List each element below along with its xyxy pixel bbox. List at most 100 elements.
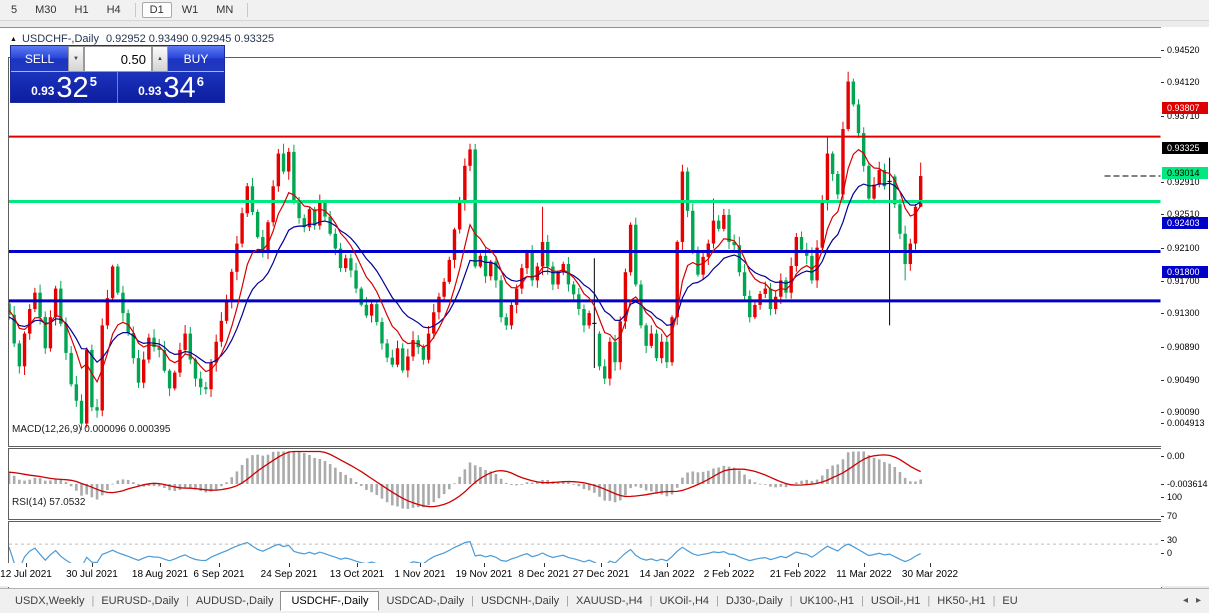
axis-tick-mark (1161, 181, 1164, 183)
date-axis-label: 6 Sep 2021 (193, 569, 245, 580)
buy-price[interactable]: 0.93 34 6 (118, 72, 224, 103)
axis-tick-mark (1161, 455, 1164, 457)
buy-button[interactable]: BUY (168, 46, 224, 72)
tab-usdx-weekly[interactable]: USDX,Weekly (8, 592, 91, 610)
date-tick-mark (160, 563, 161, 567)
tab-audusd-daily[interactable]: AUDUSD-,Daily (189, 592, 281, 610)
timeframe-toolbar: 5 M30 H1 H4 D1 W1 MN (0, 0, 1209, 21)
axis-tick-mark (1161, 379, 1164, 381)
price-level-badge: 0.93014 (1162, 167, 1208, 179)
tab-uk100-h1[interactable]: UK100-,H1 (793, 592, 861, 610)
volume-decrease-button[interactable]: ▼ (68, 46, 84, 72)
date-axis-label: 19 Nov 2021 (455, 569, 513, 580)
tab-eu[interactable]: EU (995, 592, 1024, 610)
axis-tick-mark (1161, 49, 1164, 51)
date-tick-mark (484, 563, 485, 567)
volume-input[interactable]: 0.50 (84, 46, 152, 72)
rsi-axis-label: 100 (1167, 492, 1183, 502)
date-tick-mark (92, 563, 93, 567)
tab-usdchf-daily[interactable]: USDCHF-,Daily (280, 591, 380, 611)
sell-price-big: 32 (56, 72, 89, 104)
app-root: { "toolbar": { "timeframes": [ {"label":… (0, 0, 1209, 613)
collapse-panel-icon[interactable]: ▲ (10, 36, 17, 43)
axis-tick-mark (1161, 82, 1164, 84)
sell-button[interactable]: SELL (11, 46, 68, 72)
toolbar-separator (134, 3, 136, 17)
price-axis-label: 0.90090 (1167, 407, 1200, 418)
tab-hk50-h1[interactable]: HK50-,H1 (930, 592, 992, 610)
date-axis-label: 2 Feb 2022 (703, 569, 755, 580)
rsi-current-value: 57.0532 (49, 497, 86, 508)
rsi-axis-label: 30 (1167, 535, 1178, 546)
timeframe-button-5[interactable]: 5 (3, 2, 25, 18)
axis-tick-mark (1161, 346, 1164, 348)
axis-tick-mark (1161, 423, 1164, 424)
date-tick-mark (601, 563, 602, 567)
rsi-name: RSI(14) (12, 497, 47, 508)
price-level-badge: 0.93807 (1162, 102, 1208, 115)
volume-increase-button[interactable]: ▲ (152, 46, 168, 72)
price-axis-label: 0.94520 (1167, 44, 1200, 55)
tab-usdcnh-daily[interactable]: USDCNH-,Daily (474, 592, 566, 610)
date-axis-label: 21 Feb 2022 (769, 569, 827, 580)
macd-label: MACD(12,26,9) 0.000096 0.000395 (12, 424, 170, 435)
tab-xauusd-h4[interactable]: XAUUSD-,H4 (569, 592, 650, 610)
timeframe-button-MN[interactable]: MN (208, 2, 241, 18)
price-axis-label: 0.91300 (1167, 308, 1200, 319)
ohlc-values: 0.92952 0.93490 0.92945 0.93325 (105, 33, 275, 45)
date-tick-mark (420, 563, 421, 567)
price-axis-label: 0.90490 (1167, 374, 1200, 385)
timeframe-button-H4[interactable]: H4 (99, 2, 129, 18)
tab-dj30-daily[interactable]: DJ30-,Daily (719, 592, 790, 610)
axis-tick-mark (1161, 553, 1164, 554)
axis-tick-mark (1161, 540, 1164, 542)
tab-usdcad-daily[interactable]: USDCAD-,Daily (379, 592, 471, 610)
sell-price[interactable]: 0.93 32 5 (11, 72, 118, 103)
price-axis-label: 0.92100 (1167, 242, 1200, 253)
tab-usoil-h1[interactable]: USOil-,H1 (864, 592, 928, 610)
date-axis[interactable]: 12 Jul 2021 30 Jul 2021 18 Aug 2021 6 Sep 2… (0, 563, 1162, 587)
price-axis[interactable]: 0.94520 0.94120 0.93710 0.92910 0.92510 0.921… (1161, 27, 1209, 586)
price-axis-label: 0.94120 (1167, 77, 1200, 88)
tab-scroll-left-icon[interactable]: ◂ (1183, 595, 1188, 606)
macd-name: MACD(12,26,9) (12, 424, 82, 435)
price-axis-label: 0.90890 (1167, 341, 1200, 352)
tab-scroll-right-icon[interactable]: ▸ (1196, 595, 1201, 606)
date-tick-mark (930, 563, 931, 567)
timeframe-button-D1[interactable]: D1 (141, 2, 172, 18)
timeframe-button-W1[interactable]: W1 (174, 2, 207, 18)
sell-price-prefix: 0.93 (31, 84, 55, 98)
date-axis-label: 30 Jul 2021 (66, 569, 118, 580)
tab-ukoil-h4[interactable]: UKOil-,H4 (653, 592, 717, 610)
price-chart[interactable] (8, 57, 1162, 447)
macd-axis-label: 0.004913 (1167, 418, 1205, 428)
symbol-tabbar: USDX,Weekly | EURUSD-,Daily | AUDUSD-,Daily U… (0, 588, 1209, 613)
timeframe-button-M30[interactable]: M30 (27, 2, 64, 18)
chart-title-row: ▲ USDCHF-,Daily 0.92952 0.93490 0.92945 0.… (10, 33, 274, 45)
date-axis-label: 11 Mar 2022 (836, 569, 892, 580)
timeframe-button-H1[interactable]: H1 (67, 2, 97, 18)
price-level-badge: 0.92403 (1162, 217, 1208, 229)
axis-tick-mark (1161, 515, 1164, 517)
macd-axis-label: 0.00 (1167, 450, 1185, 461)
axis-tick-mark (1161, 497, 1164, 498)
buy-price-sup: 6 (196, 74, 204, 89)
chart-window: ▲ USDCHF-,Daily 0.92952 0.93490 0.92945 0.… (0, 27, 1209, 590)
date-axis-label: 12 Jul 2021 (0, 569, 52, 580)
tab-eurusd-daily[interactable]: EURUSD-,Daily (94, 592, 186, 610)
axis-tick-mark (1161, 313, 1164, 315)
sell-price-sup: 5 (89, 74, 97, 89)
date-tick-mark (729, 563, 730, 567)
date-tick-mark (667, 563, 668, 567)
axis-tick-mark (1161, 280, 1164, 282)
axis-tick-mark (1161, 116, 1164, 118)
date-tick-mark (544, 563, 545, 567)
macd-axis-label: -0.003614 (1167, 478, 1208, 489)
macd-panel[interactable] (8, 448, 1162, 520)
axis-tick-mark (1161, 483, 1164, 485)
rsi-axis-label: 70 (1167, 510, 1178, 521)
date-tick-mark (289, 563, 290, 567)
macd-current-values: 0.000096 0.000395 (84, 424, 171, 435)
axis-tick-mark (1161, 214, 1164, 216)
date-tick-mark (798, 563, 799, 567)
